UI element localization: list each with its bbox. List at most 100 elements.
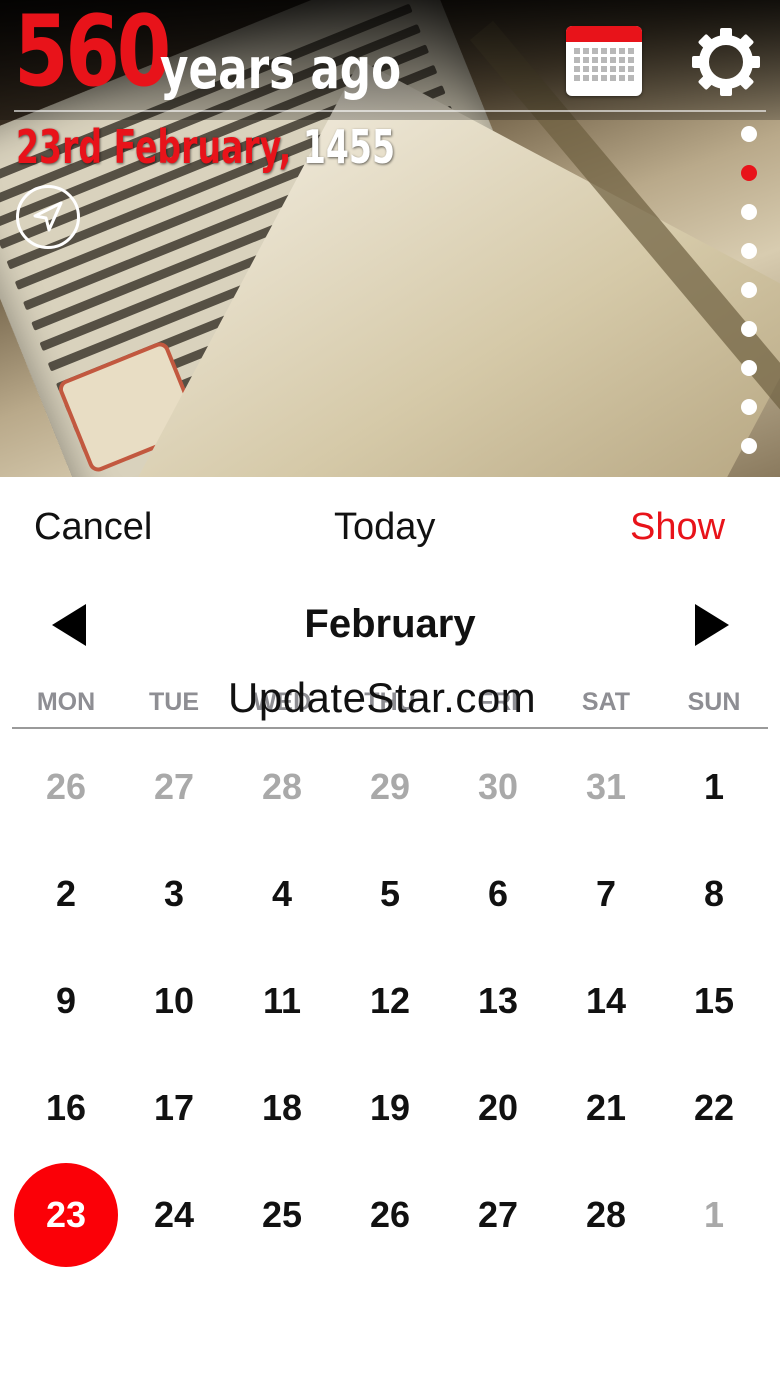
day-cell[interactable]: 19 xyxy=(336,1054,444,1161)
day-number: 13 xyxy=(477,979,519,1021)
day-number: 3 xyxy=(163,872,185,914)
weekday-label: MON xyxy=(36,688,96,716)
day-number: 31 xyxy=(585,765,627,807)
day-cell[interactable]: 29 xyxy=(336,733,444,840)
day-cell[interactable]: 7 xyxy=(552,840,660,947)
day-cell[interactable]: 31 xyxy=(552,733,660,840)
weekday-label: SAT xyxy=(581,688,631,716)
weekday-label: SUN xyxy=(687,688,741,716)
day-cell[interactable]: 9 xyxy=(12,947,120,1054)
day-number: 15 xyxy=(693,979,735,1021)
day-cell[interactable]: 21 xyxy=(552,1054,660,1161)
day-number: 12 xyxy=(369,979,411,1021)
date-year: 1455 xyxy=(302,120,396,174)
day-cell[interactable]: 30 xyxy=(444,733,552,840)
day-cell[interactable]: 5 xyxy=(336,840,444,947)
page-dot[interactable] xyxy=(741,126,757,142)
watermark-text: UpdateStar.com xyxy=(228,674,537,721)
page-dot[interactable] xyxy=(741,399,757,415)
day-number: 1 xyxy=(703,765,725,807)
day-cell[interactable]: 3 xyxy=(120,840,228,947)
day-cell[interactable]: 20 xyxy=(444,1054,552,1161)
day-cell[interactable]: 11 xyxy=(228,947,336,1054)
day-number: 20 xyxy=(477,1086,519,1128)
day-cell[interactable]: 27 xyxy=(120,733,228,840)
day-number: 17 xyxy=(153,1086,195,1128)
day-cell[interactable]: 2 xyxy=(12,840,120,947)
weekday-label: TUE xyxy=(149,688,199,716)
cancel-button[interactable]: Cancel xyxy=(34,500,152,554)
page-dot[interactable] xyxy=(741,360,757,376)
weekday-divider xyxy=(12,727,768,729)
day-number: 10 xyxy=(153,979,195,1021)
historical-date: 23rd February, 1455 xyxy=(16,120,395,174)
day-cell[interactable]: 10 xyxy=(120,947,228,1054)
page-dot[interactable] xyxy=(741,204,757,220)
day-cell[interactable]: 28 xyxy=(552,1161,660,1268)
day-cell[interactable]: 22 xyxy=(660,1054,768,1161)
day-cell[interactable]: 14 xyxy=(552,947,660,1054)
day-number: 26 xyxy=(45,765,87,807)
today-button[interactable]: Today xyxy=(334,500,435,554)
previous-month-arrow-icon[interactable] xyxy=(52,604,86,646)
day-number: 28 xyxy=(261,765,303,807)
show-button[interactable]: Show xyxy=(630,500,725,554)
day-number: 24 xyxy=(153,1193,195,1235)
day-number: 28 xyxy=(585,1193,627,1235)
day-cell[interactable]: 24 xyxy=(120,1161,228,1268)
page-dot[interactable] xyxy=(741,321,757,337)
day-cell[interactable]: 27 xyxy=(444,1161,552,1268)
hero-image: 560 years ago 23rd February, 1455 xyxy=(0,0,780,477)
day-cell[interactable]: 25 xyxy=(228,1161,336,1268)
day-cell[interactable]: 16 xyxy=(12,1054,120,1161)
day-number: 25 xyxy=(261,1193,303,1235)
day-grid: 26 27 28 29 30 31 1 2 3 4 5 6 7 8 9 10 11 12 13 14 15 16 17 18 1… xyxy=(12,733,768,1268)
day-number: 27 xyxy=(153,765,195,807)
day-cell[interactable]: 17 xyxy=(120,1054,228,1161)
page-dot[interactable] xyxy=(741,243,757,259)
day-number: 21 xyxy=(585,1086,627,1128)
calendar-icon[interactable] xyxy=(566,26,642,96)
day-number: 9 xyxy=(55,979,77,1021)
settings-gear-icon[interactable] xyxy=(690,26,762,98)
day-number: 27 xyxy=(477,1193,519,1235)
day-cell[interactable]: 12 xyxy=(336,947,444,1054)
page-dot[interactable] xyxy=(741,165,757,181)
month-title: February xyxy=(304,602,476,646)
day-number: 4 xyxy=(271,872,293,914)
location-arrow-icon[interactable] xyxy=(16,185,80,249)
day-cell[interactable]: 6 xyxy=(444,840,552,947)
page-dot[interactable] xyxy=(741,282,757,298)
page-indicator[interactable] xyxy=(741,126,759,477)
page-dot[interactable] xyxy=(741,438,757,454)
day-cell[interactable]: 4 xyxy=(228,840,336,947)
day-number: 16 xyxy=(45,1086,87,1128)
day-number: 22 xyxy=(693,1086,735,1128)
day-cell[interactable]: 28 xyxy=(228,733,336,840)
day-number: 1 xyxy=(703,1193,725,1235)
day-cell[interactable]: 8 xyxy=(660,840,768,947)
day-cell[interactable]: 15 xyxy=(660,947,768,1054)
years-ago-number: 560 xyxy=(14,0,171,109)
selected-day-cell[interactable]: 23 xyxy=(12,1161,120,1268)
day-number: 14 xyxy=(585,979,627,1021)
day-number: 2 xyxy=(55,872,77,914)
day-number: 11 xyxy=(262,979,302,1021)
day-number: 7 xyxy=(595,872,617,914)
day-cell[interactable]: 18 xyxy=(228,1054,336,1161)
day-cell[interactable]: 13 xyxy=(444,947,552,1054)
day-number: 6 xyxy=(487,872,509,914)
day-number: 8 xyxy=(703,872,725,914)
next-month-arrow-icon[interactable] xyxy=(695,604,729,646)
day-cell[interactable]: 26 xyxy=(336,1161,444,1268)
day-number: 26 xyxy=(369,1193,411,1235)
day-number: 29 xyxy=(369,765,411,807)
day-cell[interactable]: 1 xyxy=(660,733,768,840)
day-cell[interactable]: 1 xyxy=(660,1161,768,1268)
day-number: 19 xyxy=(369,1086,411,1128)
day-number: 30 xyxy=(477,765,519,807)
date-day-month: 23rd February, xyxy=(16,120,292,174)
day-cell[interactable]: 26 xyxy=(12,733,120,840)
years-ago-label: years ago xyxy=(160,37,402,102)
day-number: 5 xyxy=(379,872,401,914)
